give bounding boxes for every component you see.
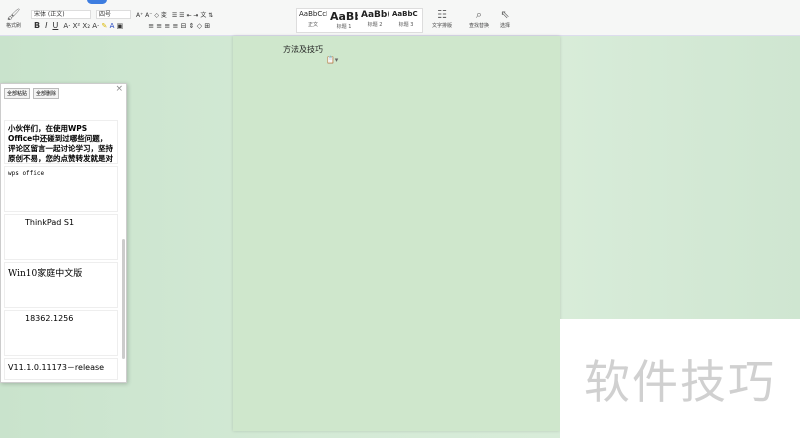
font-size-select[interactable]: 四号 (96, 10, 131, 19)
cursor-icon: ⇖ (500, 8, 510, 21)
align-icons[interactable]: ≡ ≡ ≡ ≡ ⊟ ⇕ ◇ ⊞ (148, 22, 210, 30)
grow-font-icon[interactable]: A⁺ A⁻ ◇ 変 (136, 10, 167, 19)
search-icon: ⌕ (475, 8, 483, 21)
clipboard-panel: 全部粘贴 全部删除 × 小伙伴们，在使用WPS Office中还碰到过哪些问题，… (0, 83, 127, 383)
font-name-select[interactable]: 宋体 (正文) (31, 10, 91, 19)
style-heading-2[interactable]: AaBb(标题 2 (361, 10, 389, 31)
document-page[interactable]: 方法及技巧 📋▾ (233, 36, 560, 431)
close-icon[interactable]: × (115, 84, 123, 94)
italic-button[interactable]: I (45, 21, 47, 30)
clipboard-item[interactable]: ThinkPad S1 (4, 214, 118, 260)
clipboard-item[interactable]: 小伙伴们，在使用WPS Office中还碰到过哪些问题，评论区留言一起讨论学习，… (4, 120, 118, 164)
delete-all-button[interactable]: 全部删除 (33, 88, 60, 99)
style-gallery: AaBbCcI正文 AaBb标题 1 AaBb(标题 2 AaBbC标题 3 (296, 8, 423, 33)
underline-button[interactable]: U (52, 21, 58, 30)
scrollbar[interactable] (122, 239, 125, 359)
watermark: 软件技巧 (560, 319, 800, 438)
paste-options-icon[interactable]: 📋▾ (326, 56, 338, 64)
clipboard-item[interactable]: 18362.1256 (4, 310, 118, 356)
ribbon-toolbar: 🖌 格式刷 宋体 (正文) 四号 A⁺ A⁻ ◇ 変 ☰ ☰ ⇤ ⇥ 文 ⇅ B … (0, 0, 800, 36)
clipboard-item[interactable]: Win10家庭中文版 (4, 262, 118, 308)
find-replace-button[interactable]: ⌕ 查找替换 (469, 8, 489, 29)
clipboard-item[interactable]: V11.1.0.11173－release (4, 358, 118, 380)
text-layout-button[interactable]: ☷ 文字排版 (432, 8, 452, 29)
style-heading-3[interactable]: AaBbC 标题 3 (392, 10, 420, 31)
list-icons[interactable]: ☰ ☰ ⇤ ⇥ 文 ⇅ (172, 10, 213, 19)
style-heading-1[interactable]: AaBb标题 1 (330, 10, 358, 31)
format-icons[interactable]: A· X² X₂ A· ✎ A ▣ (63, 22, 123, 30)
tab-start[interactable] (87, 0, 107, 4)
clipboard-item[interactable]: wps office (4, 166, 118, 212)
paste-all-button[interactable]: 全部粘贴 (4, 88, 31, 99)
bold-button[interactable]: B (34, 21, 40, 30)
text-layout-icon: ☷ (437, 8, 447, 21)
document-text: 方法及技巧 (283, 45, 323, 54)
format-painter-button[interactable]: 🖌 格式刷 (6, 8, 21, 29)
brush-icon: 🖌 (6, 8, 21, 21)
style-normal[interactable]: AaBbCcI 正文 (299, 10, 327, 31)
select-button[interactable]: ⇖ 选择 (500, 8, 510, 29)
